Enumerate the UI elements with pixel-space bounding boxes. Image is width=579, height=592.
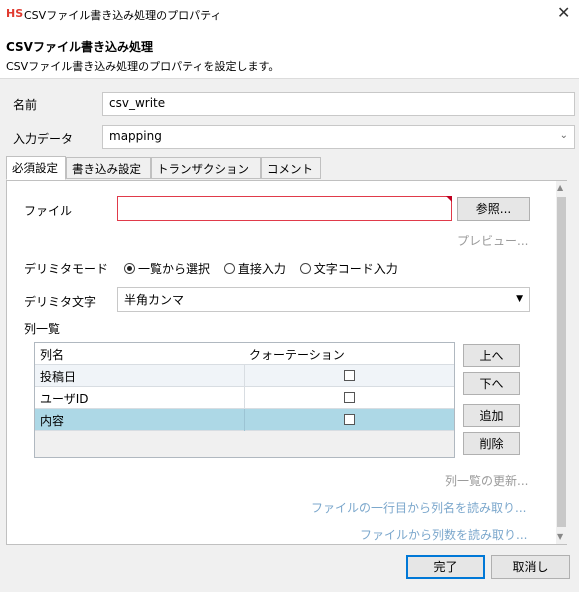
name-input[interactable]: csv_write (102, 92, 575, 116)
window-title: CSVファイル書き込み処理のプロパティ (24, 9, 222, 22)
radio-on-icon (124, 263, 135, 274)
delimiter-mode-radios: 一覧から選択 直接入力 文字コード入力 (124, 260, 398, 277)
chevron-down-icon: ⌄ (559, 130, 568, 141)
radio-off-icon (223, 263, 235, 274)
radio-charcode-input-label: 文字コード入力 (313, 262, 398, 276)
move-up-button[interactable]: 上へ (463, 344, 520, 367)
title-bar: HS CSVファイル書き込み処理のプロパティ ✕ (0, 0, 579, 28)
quotation-checkbox[interactable] (344, 370, 355, 381)
delimiter-char-label: デリミタ文字 (24, 295, 97, 309)
ok-button[interactable]: 完了 (406, 555, 485, 579)
name-label: 名前 (13, 98, 38, 112)
input-data-label: 入力データ (13, 132, 74, 146)
preview-link[interactable]: プレビュー... (457, 232, 528, 249)
tab-write-settings[interactable]: 書き込み設定 (66, 157, 151, 179)
radio-list-select[interactable]: 一覧から選択 (124, 262, 210, 276)
dropdown-arrow-icon: ▼ (516, 294, 523, 304)
radio-direct-input-label: 直接入力 (237, 262, 286, 276)
tab-required[interactable]: 必須設定 (6, 156, 66, 180)
radio-charcode-input[interactable]: 文字コード入力 (299, 262, 398, 276)
row-name: 投稿日 (40, 370, 77, 384)
read-column-count-link[interactable]: ファイルから列数を読み取り... (360, 526, 527, 543)
column-list-label: 列一覧 (24, 322, 61, 336)
quotation-checkbox[interactable] (344, 414, 355, 425)
column-table: 列名 クォーテーション 投稿日 ユーザID 内容 (34, 342, 455, 458)
add-button[interactable]: 追加 (463, 404, 520, 427)
table-row[interactable]: ユーザID (35, 387, 454, 409)
row-name: ユーザID (40, 392, 89, 406)
error-marker-icon (446, 196, 452, 202)
delimiter-mode-label: デリミタモード (24, 262, 109, 276)
table-row[interactable]: 内容 (35, 409, 454, 431)
input-data-value: mapping (109, 129, 162, 143)
close-icon[interactable]: ✕ (557, 3, 570, 22)
cancel-button[interactable]: 取消し (491, 555, 570, 579)
update-column-list-link[interactable]: 列一覧の更新... (445, 472, 528, 489)
input-data-select[interactable]: mapping ⌄ (102, 125, 575, 149)
file-label: ファイル (24, 204, 73, 218)
delimiter-char-select[interactable]: 半角カンマ ▼ (117, 287, 530, 312)
browse-button[interactable]: 参照... (457, 197, 530, 221)
delimiter-char-value: 半角カンマ (124, 293, 185, 307)
table-row[interactable]: 投稿日 (35, 365, 454, 387)
dialog-heading: CSVファイル書き込み処理 (6, 40, 153, 54)
column-header-quotation: クォーテーション (249, 348, 345, 362)
file-input[interactable] (117, 196, 452, 221)
tab-bar: 必須設定 書き込み設定 トランザクション コメント (6, 156, 567, 181)
row-name: 内容 (40, 414, 65, 428)
dialog-description: CSVファイル書き込み処理のプロパティを設定します。 (6, 60, 280, 73)
table-header: 列名 クォーテーション (35, 343, 454, 365)
radio-off-icon (299, 263, 311, 274)
column-header-name: 列名 (40, 348, 65, 362)
read-header-link[interactable]: ファイルの一行目から列名を読み取り... (311, 499, 526, 516)
delete-button[interactable]: 削除 (463, 432, 520, 455)
radio-direct-input[interactable]: 直接入力 (223, 262, 286, 276)
scroll-down-icon[interactable]: ▼ (557, 532, 563, 541)
scroll-up-icon[interactable]: ▲ (557, 183, 563, 192)
panel-scrollbar[interactable]: ▲ ▼ (556, 181, 567, 544)
tab-transaction[interactable]: トランザクション (151, 157, 261, 179)
quotation-checkbox[interactable] (344, 392, 355, 403)
move-down-button[interactable]: 下へ (463, 372, 520, 395)
tab-comment[interactable]: コメント (261, 157, 321, 179)
dialog-header: CSVファイル書き込み処理 CSVファイル書き込み処理のプロパティを設定します。 (0, 28, 579, 79)
scroll-thumb[interactable] (557, 197, 566, 527)
radio-list-select-label: 一覧から選択 (138, 262, 211, 276)
app-logo: HS (6, 7, 24, 20)
